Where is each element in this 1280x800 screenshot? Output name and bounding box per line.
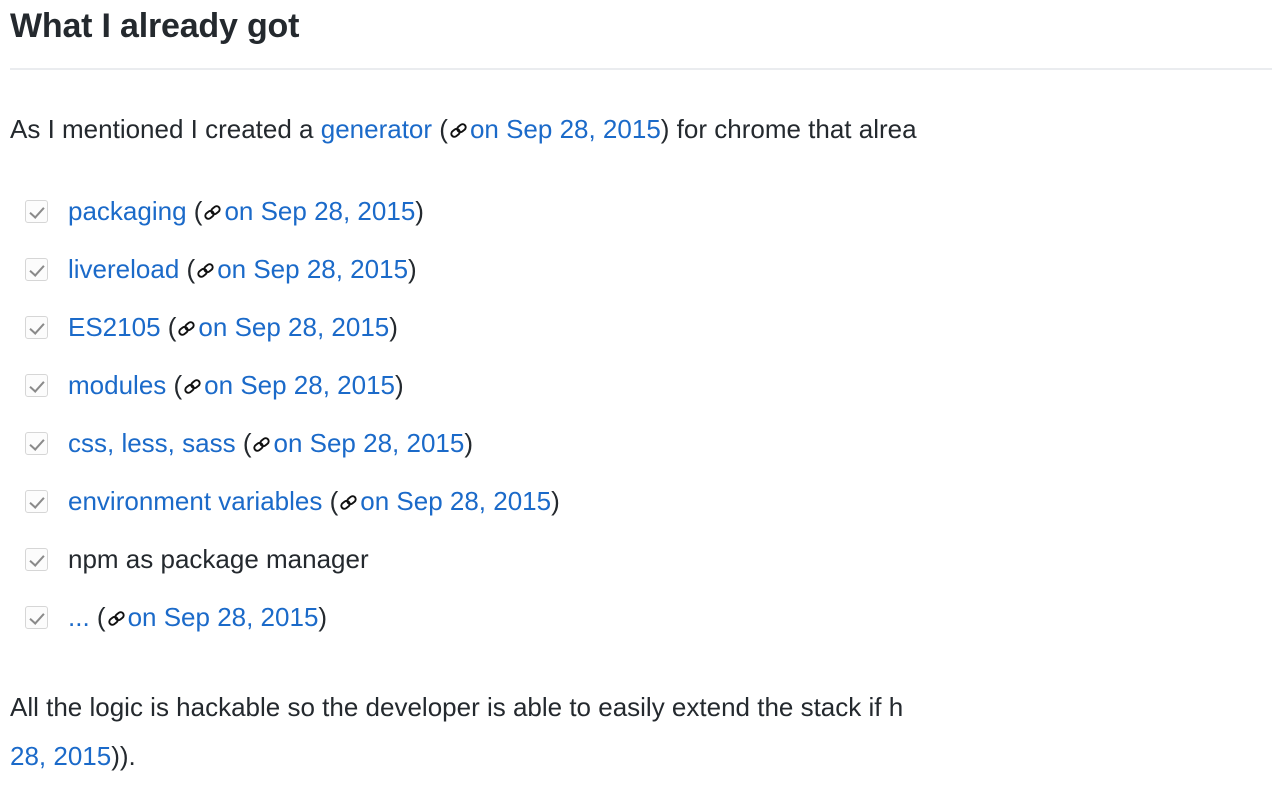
intro-open-paren: ( <box>432 114 448 144</box>
task-commit-link[interactable]: on Sep 28, 2015 <box>273 428 464 458</box>
link-chain-icon <box>448 120 469 141</box>
task-topic-link[interactable]: packaging <box>68 196 187 226</box>
task-commit-link[interactable]: on Sep 28, 2015 <box>217 254 408 284</box>
task-topic-link[interactable]: modules <box>68 370 166 400</box>
task-list-item: modules ( on Sep 28, 2015) <box>0 356 1280 414</box>
task-open-paren: ( <box>236 428 252 458</box>
task-topic-link[interactable]: environment variables <box>68 486 322 516</box>
link-chain-icon <box>176 318 197 339</box>
task-list-item: ... ( on Sep 28, 2015) <box>0 588 1280 646</box>
task-list-item: livereload ( on Sep 28, 2015) <box>0 240 1280 298</box>
task-plain-text: npm as package manager <box>68 544 369 574</box>
link-chain-icon <box>338 492 359 513</box>
checked-checkbox-icon[interactable] <box>25 490 48 513</box>
task-open-paren: ( <box>161 312 177 342</box>
task-commit-link[interactable]: on Sep 28, 2015 <box>128 602 319 632</box>
task-label: ES2105 ( on Sep 28, 2015) <box>68 312 398 342</box>
heading-divider <box>10 68 1272 70</box>
task-topic-link[interactable]: ... <box>68 602 90 632</box>
link-chain-icon <box>182 376 203 397</box>
intro-commit-link[interactable]: on Sep 28, 2015 <box>470 114 661 144</box>
checked-checkbox-icon[interactable] <box>25 374 48 397</box>
generator-link[interactable]: generator <box>321 114 432 144</box>
task-list-item: ES2105 ( on Sep 28, 2015) <box>0 298 1280 356</box>
task-label: modules ( on Sep 28, 2015) <box>68 370 404 400</box>
page-title: What I already got <box>10 0 1280 50</box>
task-topic-link[interactable]: livereload <box>68 254 179 284</box>
task-label: ... ( on Sep 28, 2015) <box>68 602 327 632</box>
intro-text-before: As I mentioned I created a <box>10 114 321 144</box>
task-topic-link[interactable]: ES2105 <box>68 312 161 342</box>
task-close-paren: ) <box>408 254 417 284</box>
task-close-paren: ) <box>389 312 398 342</box>
task-label: packaging ( on Sep 28, 2015) <box>68 196 424 226</box>
task-open-paren: ( <box>322 486 338 516</box>
checked-checkbox-icon[interactable] <box>25 432 48 455</box>
task-list-item: environment variables ( on Sep 28, 2015) <box>0 472 1280 530</box>
task-close-paren: ) <box>318 602 327 632</box>
task-commit-link[interactable]: on Sep 28, 2015 <box>198 312 389 342</box>
task-label: npm as package manager <box>68 544 369 574</box>
intro-text-after: for chrome that alrea <box>669 114 916 144</box>
task-list-item: css, less, sass ( on Sep 28, 2015) <box>0 414 1280 472</box>
checked-checkbox-icon[interactable] <box>25 548 48 571</box>
task-list-item: npm as package manager <box>0 530 1280 588</box>
intro-paragraph: As I mentioned I created a generator ( on… <box>0 105 1280 154</box>
task-close-paren: ) <box>551 486 560 516</box>
task-commit-link[interactable]: on Sep 28, 2015 <box>224 196 415 226</box>
task-label: css, less, sass ( on Sep 28, 2015) <box>68 428 473 458</box>
outro-trailing-punct: )). <box>111 741 136 771</box>
task-open-paren: ( <box>179 254 195 284</box>
outro-commit-link[interactable]: 28, 2015 <box>10 741 111 771</box>
outro-line1: All the logic is hackable so the develop… <box>10 692 903 722</box>
task-label: environment variables ( on Sep 28, 2015) <box>68 486 560 516</box>
task-open-paren: ( <box>166 370 182 400</box>
link-chain-icon <box>195 260 216 281</box>
heading-block: What I already got <box>0 0 1280 50</box>
checked-checkbox-icon[interactable] <box>25 258 48 281</box>
task-label: livereload ( on Sep 28, 2015) <box>68 254 417 284</box>
outro-paragraph: All the logic is hackable so the develop… <box>0 683 1280 781</box>
link-chain-icon <box>251 434 272 455</box>
task-open-paren: ( <box>187 196 203 226</box>
task-commit-link[interactable]: on Sep 28, 2015 <box>204 370 395 400</box>
task-list-item: packaging ( on Sep 28, 2015) <box>0 182 1280 240</box>
task-close-paren: ) <box>464 428 473 458</box>
link-chain-icon <box>202 202 223 223</box>
task-close-paren: ) <box>415 196 424 226</box>
checked-checkbox-icon[interactable] <box>25 316 48 339</box>
task-open-paren: ( <box>90 602 106 632</box>
task-commit-link[interactable]: on Sep 28, 2015 <box>360 486 551 516</box>
task-topic-link[interactable]: css, less, sass <box>68 428 236 458</box>
task-close-paren: ) <box>395 370 404 400</box>
task-list: packaging (on Sep 28, 2015)livereload (o… <box>0 182 1280 646</box>
checked-checkbox-icon[interactable] <box>25 606 48 629</box>
page-root: What I already got As I mentioned I crea… <box>0 0 1280 800</box>
link-chain-icon <box>106 608 127 629</box>
checked-checkbox-icon[interactable] <box>25 200 48 223</box>
